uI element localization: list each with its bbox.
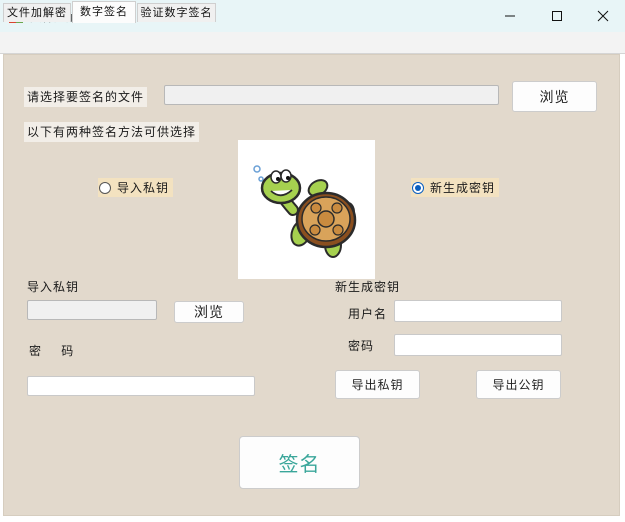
- tab-strip: [0, 32, 625, 54]
- file-path-input[interactable]: [164, 85, 499, 105]
- private-key-path-input[interactable]: [27, 300, 157, 320]
- close-icon: [597, 10, 609, 22]
- browse-key-button[interactable]: 浏览: [174, 301, 244, 323]
- tab-file-encrypt[interactable]: 文件加解密: [3, 3, 71, 22]
- new-key-radio[interactable]: [412, 181, 424, 194]
- browse-file-button[interactable]: 浏览: [512, 81, 597, 112]
- maximize-button[interactable]: [534, 0, 580, 32]
- import-key-option-label: 导入私钥: [117, 181, 170, 195]
- select-file-label: 请选择要签名的文件: [24, 87, 148, 107]
- generate-password-label: 密码: [348, 339, 375, 353]
- import-password-input[interactable]: [27, 376, 255, 396]
- new-key-option[interactable]: 新生成密钥: [411, 178, 500, 197]
- tab-digital-signature[interactable]: 数字签名: [72, 1, 136, 23]
- import-key-option[interactable]: 导入私钥: [98, 178, 174, 197]
- sign-button[interactable]: 签名: [239, 436, 360, 489]
- generate-key-section-title: 新生成密钥: [335, 280, 401, 294]
- username-label: 用户名: [348, 307, 388, 321]
- method-hint-label: 以下有两种签名方法可供选择: [24, 122, 200, 142]
- export-public-key-button[interactable]: 导出公钥: [476, 370, 561, 399]
- generate-password-input[interactable]: [394, 334, 562, 356]
- import-key-radio[interactable]: [99, 181, 111, 194]
- minimize-icon: [505, 15, 515, 17]
- close-button[interactable]: [580, 0, 625, 32]
- import-password-label: 密 码: [29, 344, 75, 358]
- import-key-section-title: 导入私钥: [27, 280, 80, 294]
- maximize-icon: [552, 11, 562, 21]
- export-private-key-button[interactable]: 导出私钥: [335, 370, 420, 399]
- turtle-illustration: [238, 140, 375, 279]
- minimize-button[interactable]: [487, 0, 533, 32]
- new-key-option-label: 新生成密钥: [430, 181, 496, 195]
- tab-verify-signature[interactable]: 验证数字签名: [137, 3, 216, 22]
- username-input[interactable]: [394, 300, 562, 322]
